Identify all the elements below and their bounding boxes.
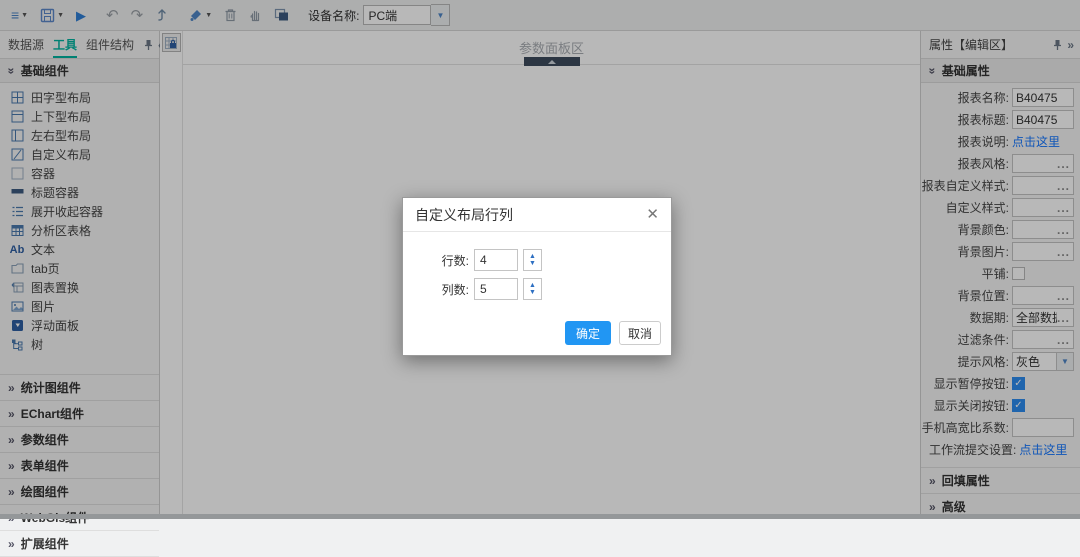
spinner-up-icon[interactable]: ▲ bbox=[529, 282, 536, 289]
custom-layout-dialog: 自定义布局行列 ✕ 行数: ▲ ▼ 列数: ▲ ▼ 确定 取消 bbox=[402, 197, 672, 356]
section-label: 扩展组件 bbox=[21, 535, 69, 552]
ok-button[interactable]: 确定 bbox=[565, 321, 611, 345]
spinner-down-icon[interactable]: ▼ bbox=[529, 260, 536, 267]
chevron-right-icon: » bbox=[8, 538, 15, 550]
dialog-footer: 确定 取消 bbox=[403, 313, 671, 355]
cols-stepper[interactable]: ▲ ▼ bbox=[523, 278, 542, 300]
spinner-up-icon[interactable]: ▲ bbox=[529, 253, 536, 260]
spinner-down-icon[interactable]: ▼ bbox=[529, 289, 536, 296]
dialog-body: 行数: ▲ ▼ 列数: ▲ ▼ bbox=[403, 232, 671, 313]
cols-field: 列数: ▲ ▼ bbox=[433, 278, 671, 300]
report-designer-app: { "colors": { "accent_teal": "#00b3a0", … bbox=[0, 0, 1080, 519]
dialog-title: 自定义布局行列 bbox=[415, 205, 513, 225]
dialog-titlebar: 自定义布局行列 ✕ bbox=[403, 198, 671, 232]
rows-label: 行数: bbox=[433, 252, 469, 269]
cancel-button[interactable]: 取消 bbox=[619, 321, 661, 345]
rows-field: 行数: ▲ ▼ bbox=[433, 249, 671, 271]
cols-label: 列数: bbox=[433, 281, 469, 298]
rows-stepper[interactable]: ▲ ▼ bbox=[523, 249, 542, 271]
rows-input[interactable] bbox=[474, 249, 518, 271]
section-extension-components[interactable]: » 扩展组件 bbox=[0, 530, 159, 557]
cols-input[interactable] bbox=[474, 278, 518, 300]
close-icon[interactable]: ✕ bbox=[646, 207, 659, 222]
